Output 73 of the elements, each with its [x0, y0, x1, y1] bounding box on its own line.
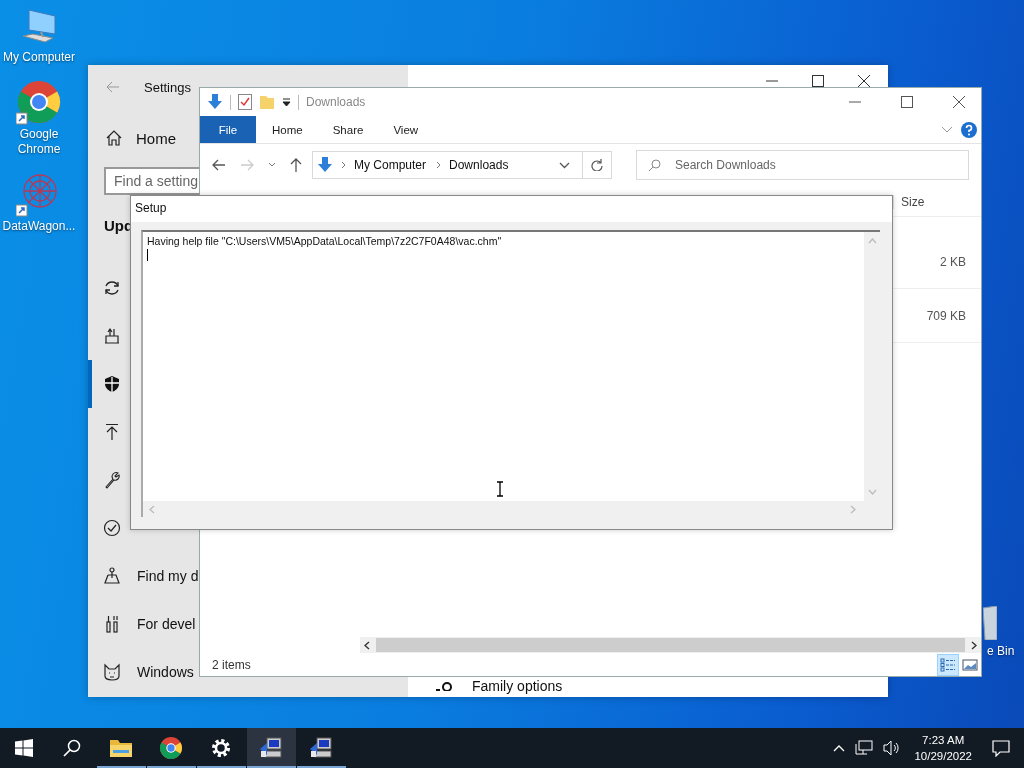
nav-item[interactable]: For devel — [88, 600, 198, 648]
clock-date[interactable]: 10/29/2022 — [914, 748, 972, 764]
close-icon[interactable] — [858, 75, 870, 87]
check-icon — [103, 519, 121, 537]
breadcrumb[interactable]: Downloads — [449, 158, 511, 172]
log-text-area[interactable]: Having help file "C:\Users\VM5\AppData\Local\Temp\7z2C7F0A48\vac.chm" — [141, 230, 880, 517]
text-caret — [147, 249, 148, 261]
volume-icon[interactable] — [883, 740, 902, 756]
desktop-icon-label[interactable]: DataWagon... — [1, 219, 77, 234]
ribbon-tab[interactable]: Share — [318, 116, 378, 143]
chrome-icon[interactable] — [159, 736, 183, 760]
address-bar[interactable]: My Computer Downloads — [312, 151, 612, 179]
chevron-right-icon — [341, 161, 346, 169]
refresh-icon[interactable] — [591, 159, 603, 171]
search-icon[interactable] — [63, 739, 81, 757]
up-arrow-icon[interactable] — [290, 158, 302, 172]
properties-icon[interactable] — [238, 94, 252, 110]
notifications-icon[interactable] — [992, 739, 1010, 757]
family-options-link[interactable]: Family options — [408, 677, 888, 697]
network-icon[interactable] — [855, 740, 874, 756]
file-size-cell: 709 KB — [926, 308, 966, 323]
ribbon-tab[interactable]: File — [200, 116, 256, 143]
nav-item[interactable]: Windows — [88, 648, 196, 696]
home-link[interactable]: Home — [88, 121, 180, 155]
text-cursor-icon — [496, 481, 504, 497]
cat-icon — [103, 663, 121, 681]
download-arrow-icon[interactable] — [207, 94, 223, 110]
log-line: Having help file "C:\Users\VM5\AppData\Local\Temp\7z2C7F0A48\vac.chm" — [147, 235, 502, 247]
taskbar-app-button[interactable] — [246, 728, 296, 768]
folder-icon[interactable] — [109, 738, 133, 758]
file-size-cell: 2 KB — [940, 254, 966, 269]
upload-icon — [103, 423, 121, 441]
computer-setup-icon[interactable] — [259, 737, 283, 759]
gear-icon[interactable] — [210, 737, 232, 759]
chevron-down-icon[interactable] — [268, 162, 276, 168]
window-title: Setup — [131, 196, 892, 222]
sync-icon — [103, 279, 121, 297]
search-field[interactable]: Find a setting — [104, 167, 199, 195]
help-icon[interactable] — [961, 121, 977, 138]
window-title: Downloads — [306, 95, 366, 109]
tools-icon — [103, 615, 121, 633]
desktop-icon-label[interactable]: e Bin — [987, 644, 1015, 658]
desktop-icon-label[interactable]: Google Chrome — [1, 127, 77, 157]
close-icon[interactable] — [953, 96, 965, 108]
dropdown-caret-icon[interactable] — [282, 97, 291, 107]
horizontal-scrollbar[interactable] — [360, 637, 981, 653]
scroll-right-icon[interactable] — [971, 640, 977, 650]
download-arrow-icon — [317, 157, 333, 173]
chevron-down-icon[interactable] — [559, 161, 570, 169]
people-icon — [436, 681, 454, 691]
locate-icon — [103, 567, 121, 585]
desktop-icon-label[interactable]: My Computer — [1, 50, 77, 65]
nav-item[interactable]: Find my d — [88, 552, 201, 600]
clock-time[interactable]: 7:23 AM — [922, 732, 965, 748]
back-arrow-icon[interactable] — [212, 159, 226, 171]
status-text: 2 items — [212, 658, 251, 672]
backup-icon — [103, 327, 121, 345]
windows-logo-icon[interactable] — [15, 739, 33, 757]
search-icon — [648, 159, 661, 172]
scroll-left-icon[interactable] — [364, 640, 370, 650]
chevron-up-icon[interactable] — [833, 744, 846, 752]
computer-setup-icon[interactable] — [309, 737, 333, 759]
wrench-icon — [103, 471, 121, 489]
chevron-right-icon — [436, 161, 442, 169]
breadcrumb[interactable]: My Computer — [354, 158, 429, 172]
window-title: Settings — [144, 79, 191, 95]
home-icon — [106, 130, 122, 146]
maximize-icon[interactable] — [812, 75, 824, 87]
ribbon-tab[interactable]: Home — [258, 116, 317, 143]
ribbon-tab[interactable]: View — [379, 116, 433, 143]
details-view-button[interactable] — [937, 654, 959, 676]
shield-icon — [103, 375, 121, 393]
maximize-icon[interactable] — [901, 96, 913, 108]
